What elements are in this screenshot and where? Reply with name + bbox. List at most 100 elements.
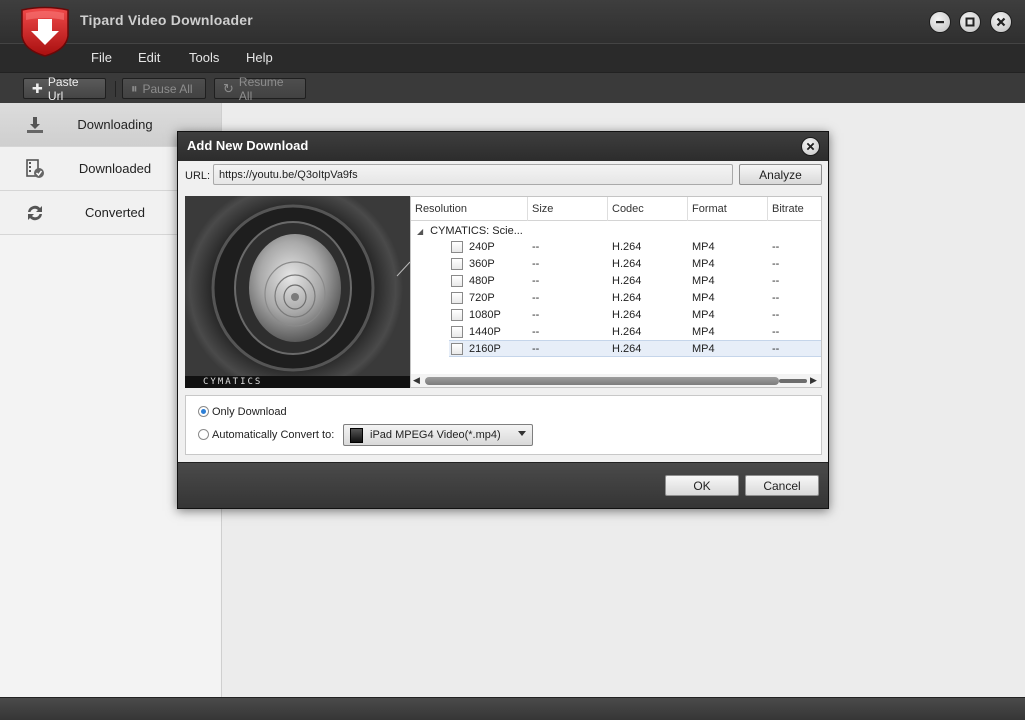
- sidebar-item-label: Downloading: [77, 117, 153, 132]
- resume-all-label: Resume All: [238, 74, 284, 103]
- cancel-button[interactable]: Cancel: [745, 475, 819, 496]
- row-checkbox[interactable]: [451, 309, 463, 321]
- cell-bitrate: --: [772, 275, 780, 287]
- cell-resolution: 2160P: [469, 343, 501, 355]
- cell-format: MP4: [692, 275, 715, 287]
- maximize-icon: [965, 17, 975, 27]
- table-row[interactable]: 1440P -- H.264 MP4 --: [411, 324, 821, 341]
- table-row[interactable]: 1080P -- H.264 MP4 --: [411, 307, 821, 324]
- status-bar: [0, 697, 1025, 720]
- row-checkbox[interactable]: [451, 326, 463, 338]
- column-codec[interactable]: Codec: [608, 197, 688, 221]
- cell-bitrate: --: [772, 343, 780, 355]
- cell-format: MP4: [692, 258, 715, 270]
- table-row[interactable]: 360P -- H.264 MP4 --: [411, 256, 821, 273]
- table-header: Resolution Size Codec Format Bitrate: [411, 197, 821, 221]
- column-format[interactable]: Format: [688, 197, 768, 221]
- close-button[interactable]: [990, 11, 1012, 33]
- add-new-download-dialog: Add New Download URL: Analyze: [177, 131, 829, 509]
- cell-resolution: 360P: [469, 258, 495, 270]
- scroll-left-arrow-icon[interactable]: ◀: [413, 375, 420, 386]
- toolbar: ✚ Paste Url ⏸ Pause All ↻ Resume All: [0, 72, 1025, 103]
- menu-tools[interactable]: Tools: [189, 50, 219, 65]
- resume-all-button[interactable]: ↻ Resume All: [214, 75, 306, 103]
- pause-all-button[interactable]: ⏸ Pause All: [122, 78, 206, 99]
- dialog-title: Add New Download: [187, 138, 309, 153]
- menu-edit[interactable]: Edit: [138, 50, 160, 65]
- cell-size: --: [532, 292, 540, 304]
- cell-bitrate: --: [772, 258, 780, 270]
- row-checkbox[interactable]: [451, 292, 463, 304]
- cell-size: --: [532, 343, 540, 355]
- convert-icon: [28, 205, 42, 220]
- cell-size: --: [532, 309, 540, 321]
- chevron-down-icon: [518, 431, 526, 436]
- cell-codec: H.264: [612, 309, 642, 321]
- cell-format: MP4: [692, 241, 715, 253]
- paste-url-button[interactable]: ✚ Paste Url: [23, 75, 106, 103]
- cell-size: --: [532, 241, 540, 253]
- row-checkbox[interactable]: [451, 343, 463, 355]
- cell-codec: H.264: [612, 343, 642, 355]
- refresh-icon: ↻: [223, 80, 234, 96]
- minimize-button[interactable]: [929, 11, 951, 33]
- menu-help[interactable]: Help: [246, 50, 273, 65]
- app-logo-icon: [21, 6, 69, 57]
- cell-format: MP4: [692, 309, 715, 321]
- cell-format: MP4: [692, 326, 715, 338]
- table-row-selected[interactable]: 2160P -- H.264 MP4 --: [449, 340, 821, 357]
- cell-bitrate: --: [772, 309, 780, 321]
- maximize-button[interactable]: [959, 11, 981, 33]
- auto-convert-radio[interactable]: [198, 429, 209, 440]
- minimize-icon: [936, 21, 944, 24]
- column-resolution[interactable]: Resolution: [411, 197, 528, 221]
- cell-codec: H.264: [612, 258, 642, 270]
- expand-triangle-icon[interactable]: ◢: [417, 227, 423, 236]
- auto-convert-label[interactable]: Automatically Convert to:: [212, 429, 334, 441]
- ipad-device-icon: [350, 427, 363, 443]
- cell-codec: H.264: [612, 275, 642, 287]
- pause-all-label: Pause All: [142, 81, 193, 96]
- table-row[interactable]: 720P -- H.264 MP4 --: [411, 290, 821, 307]
- row-checkbox[interactable]: [451, 241, 463, 253]
- cell-resolution: 720P: [469, 292, 495, 304]
- only-download-radio[interactable]: [198, 406, 209, 417]
- close-icon: [806, 142, 815, 151]
- close-icon: [996, 17, 1006, 27]
- tree-root-item[interactable]: ◢ CYMATICS: Scie...: [417, 225, 523, 237]
- cell-bitrate: --: [772, 326, 780, 338]
- column-size[interactable]: Size: [528, 197, 608, 221]
- dialog-footer: OK Cancel: [178, 462, 828, 508]
- cell-size: --: [532, 326, 540, 338]
- menu-file[interactable]: File: [91, 50, 112, 65]
- table-row[interactable]: 240P -- H.264 MP4 --: [411, 239, 821, 256]
- preview-caption: CYMATICS: [203, 377, 263, 387]
- cell-codec: H.264: [612, 241, 642, 253]
- cell-format: MP4: [692, 343, 715, 355]
- cell-format: MP4: [692, 292, 715, 304]
- title-bar: Tipard Video Downloader: [0, 0, 1025, 43]
- cell-resolution: 1440P: [469, 326, 501, 338]
- sidebar-item-label: Converted: [85, 205, 145, 220]
- cell-size: --: [532, 258, 540, 270]
- scrollbar-thumb[interactable]: [425, 377, 779, 385]
- url-input[interactable]: [213, 164, 733, 185]
- table-row[interactable]: 480P -- H.264 MP4 --: [411, 273, 821, 290]
- cell-codec: H.264: [612, 292, 642, 304]
- row-checkbox[interactable]: [451, 275, 463, 287]
- horizontal-scrollbar[interactable]: ◀ ▶: [411, 374, 821, 387]
- row-checkbox[interactable]: [451, 258, 463, 270]
- only-download-label[interactable]: Only Download: [212, 406, 287, 418]
- analyze-button[interactable]: Analyze: [739, 164, 822, 185]
- menu-bar: File Edit Tools Help: [0, 43, 1025, 72]
- cell-resolution: 240P: [469, 241, 495, 253]
- scroll-right-arrow-icon[interactable]: ▶: [810, 375, 817, 386]
- dialog-close-button[interactable]: [801, 137, 820, 156]
- toolbar-divider: [115, 81, 116, 97]
- sidebar-item-label: Downloaded: [78, 161, 152, 176]
- column-bitrate[interactable]: Bitrate: [768, 197, 821, 221]
- convert-format-select[interactable]: iPad MPEG4 Video(*.mp4): [343, 424, 533, 446]
- scrollbar-track[interactable]: [779, 379, 807, 383]
- ok-button[interactable]: OK: [665, 475, 739, 496]
- resolution-table: Resolution Size Codec Format Bitrate ◢ C…: [410, 196, 822, 388]
